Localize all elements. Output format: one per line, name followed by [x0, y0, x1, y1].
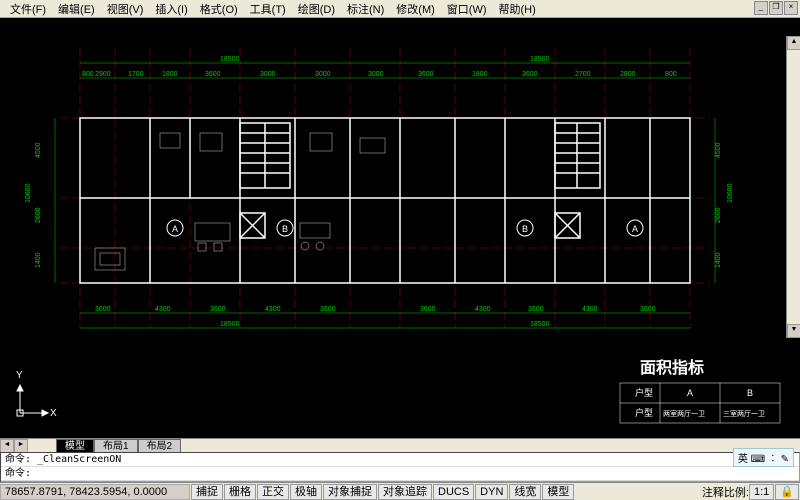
close-button[interactable]: ×: [784, 1, 798, 15]
svg-text:3600: 3600: [640, 306, 656, 313]
svg-text:2800: 2800: [620, 71, 636, 78]
svg-text:3000: 3000: [260, 71, 276, 78]
svg-text:800: 800: [665, 71, 677, 78]
restore-button[interactable]: ❐: [769, 1, 783, 15]
svg-text:2600: 2600: [35, 207, 42, 223]
menu-view[interactable]: 视图(V): [101, 0, 150, 18]
polar-toggle[interactable]: 极轴: [290, 484, 322, 500]
svg-text:4300: 4300: [265, 306, 281, 313]
svg-text:A: A: [172, 224, 178, 234]
annotation-lock-icon[interactable]: 🔒: [775, 484, 799, 500]
svg-text:3600: 3600: [205, 71, 221, 78]
menu-dimension[interactable]: 标注(N): [341, 0, 390, 18]
menu-edit[interactable]: 编辑(E): [52, 0, 101, 18]
menu-window[interactable]: 窗口(W): [441, 0, 493, 18]
svg-text:18500: 18500: [530, 56, 550, 63]
svg-text:3600: 3600: [95, 306, 111, 313]
svg-text:4500: 4500: [35, 142, 42, 158]
ime-indicator[interactable]: 英 ⌨ ︰ ✎: [733, 448, 794, 467]
svg-text:4300: 4300: [582, 306, 598, 313]
osnap-toggle[interactable]: 对象捕捉: [323, 484, 377, 500]
svg-text:A: A: [687, 388, 693, 398]
scroll-down-button[interactable]: ▼: [787, 324, 800, 338]
scroll-right-button[interactable]: ►: [14, 439, 28, 453]
drawing-canvas[interactable]: A B B A 18500 18500 800 2900 1700 1800 3…: [0, 18, 800, 438]
command-input[interactable]: 命令:: [1, 467, 799, 481]
menu-modify[interactable]: 修改(M): [390, 0, 441, 18]
svg-text:3000: 3000: [315, 71, 331, 78]
menu-bar: 文件(F) 编辑(E) 视图(V) 插入(I) 格式(O) 工具(T) 绘图(D…: [0, 0, 800, 18]
svg-text:18500: 18500: [530, 321, 550, 328]
svg-text:4300: 4300: [155, 306, 171, 313]
svg-text:两室两厅一卫: 两室两厅一卫: [663, 409, 705, 418]
scroll-left-button[interactable]: ◄: [0, 439, 14, 453]
tab-layout2[interactable]: 布局2: [138, 439, 182, 453]
coordinates-display: 78657.8791, 78423.5954, 0.0000: [0, 484, 190, 500]
svg-text:X: X: [50, 408, 57, 419]
svg-text:A: A: [632, 224, 638, 234]
scroll-up-button[interactable]: ▲: [787, 36, 800, 50]
status-bar: 78657.8791, 78423.5954, 0.0000 捕捉 栅格 正交 …: [0, 482, 800, 500]
menu-tools[interactable]: 工具(T): [244, 0, 292, 18]
menu-help[interactable]: 帮助(H): [493, 0, 542, 18]
ducs-toggle[interactable]: DUCS: [433, 484, 474, 500]
svg-text:1800: 1800: [162, 71, 178, 78]
menu-insert[interactable]: 插入(I): [149, 0, 193, 18]
window-controls: _ ❐ ×: [753, 1, 798, 15]
svg-text:户型: 户型: [635, 407, 653, 418]
floor-plan-drawing: A B B A 18500 18500 800 2900 1700 1800 3…: [0, 18, 800, 438]
svg-text:B: B: [522, 224, 528, 234]
annotation-scale-value[interactable]: 1:1: [749, 484, 774, 500]
minimize-button[interactable]: _: [754, 1, 768, 15]
svg-text:2600: 2600: [715, 207, 722, 223]
grid-toggle[interactable]: 栅格: [224, 484, 256, 500]
svg-text:Y: Y: [16, 370, 23, 381]
svg-text:2900: 2900: [95, 71, 111, 78]
ortho-toggle[interactable]: 正交: [257, 484, 289, 500]
svg-text:3000: 3000: [368, 71, 384, 78]
svg-text:18500: 18500: [220, 321, 240, 328]
svg-text:1700: 1700: [128, 71, 144, 78]
command-area: 命令: _CleanScreenON 命令:: [0, 452, 800, 482]
svg-text:10600: 10600: [25, 183, 32, 203]
svg-text:1400: 1400: [35, 252, 42, 268]
svg-text:1800: 1800: [472, 71, 488, 78]
horizontal-scrollbar: ◄ ► 模型 布局1 布局2: [0, 438, 800, 452]
layout-tabs: 模型 布局1 布局2: [56, 439, 181, 453]
svg-text:3600: 3600: [210, 306, 226, 313]
command-history: 命令: _CleanScreenON: [1, 453, 799, 467]
annotation-scale-label: 注释比例:: [702, 484, 749, 500]
menu-format[interactable]: 格式(O): [194, 0, 244, 18]
dyn-toggle[interactable]: DYN: [475, 484, 508, 500]
svg-text:B: B: [747, 388, 753, 398]
svg-text:3600: 3600: [320, 306, 336, 313]
svg-text:面积指标: 面积指标: [640, 358, 704, 377]
svg-text:3600: 3600: [522, 71, 538, 78]
tab-layout1[interactable]: 布局1: [94, 439, 138, 453]
snap-toggle[interactable]: 捕捉: [191, 484, 223, 500]
svg-text:2700: 2700: [575, 71, 591, 78]
svg-text:18500: 18500: [220, 56, 240, 63]
svg-text:三室两厅一卫: 三室两厅一卫: [723, 409, 765, 418]
svg-text:4500: 4500: [715, 142, 722, 158]
svg-text:户型: 户型: [635, 387, 653, 398]
menu-file[interactable]: 文件(F): [4, 0, 52, 18]
tab-model[interactable]: 模型: [56, 439, 94, 453]
svg-text:B: B: [282, 224, 288, 234]
otrack-toggle[interactable]: 对象追踪: [378, 484, 432, 500]
svg-text:10600: 10600: [727, 183, 734, 203]
svg-text:3600: 3600: [418, 71, 434, 78]
svg-text:800: 800: [82, 71, 94, 78]
menu-draw[interactable]: 绘图(D): [292, 0, 341, 18]
vertical-scrollbar[interactable]: ▲ ▼: [786, 36, 800, 338]
svg-text:1400: 1400: [715, 252, 722, 268]
model-toggle[interactable]: 模型: [542, 484, 574, 500]
svg-text:3600: 3600: [528, 306, 544, 313]
lwt-toggle[interactable]: 线宽: [509, 484, 541, 500]
svg-text:4300: 4300: [475, 306, 491, 313]
svg-text:3600: 3600: [420, 306, 436, 313]
